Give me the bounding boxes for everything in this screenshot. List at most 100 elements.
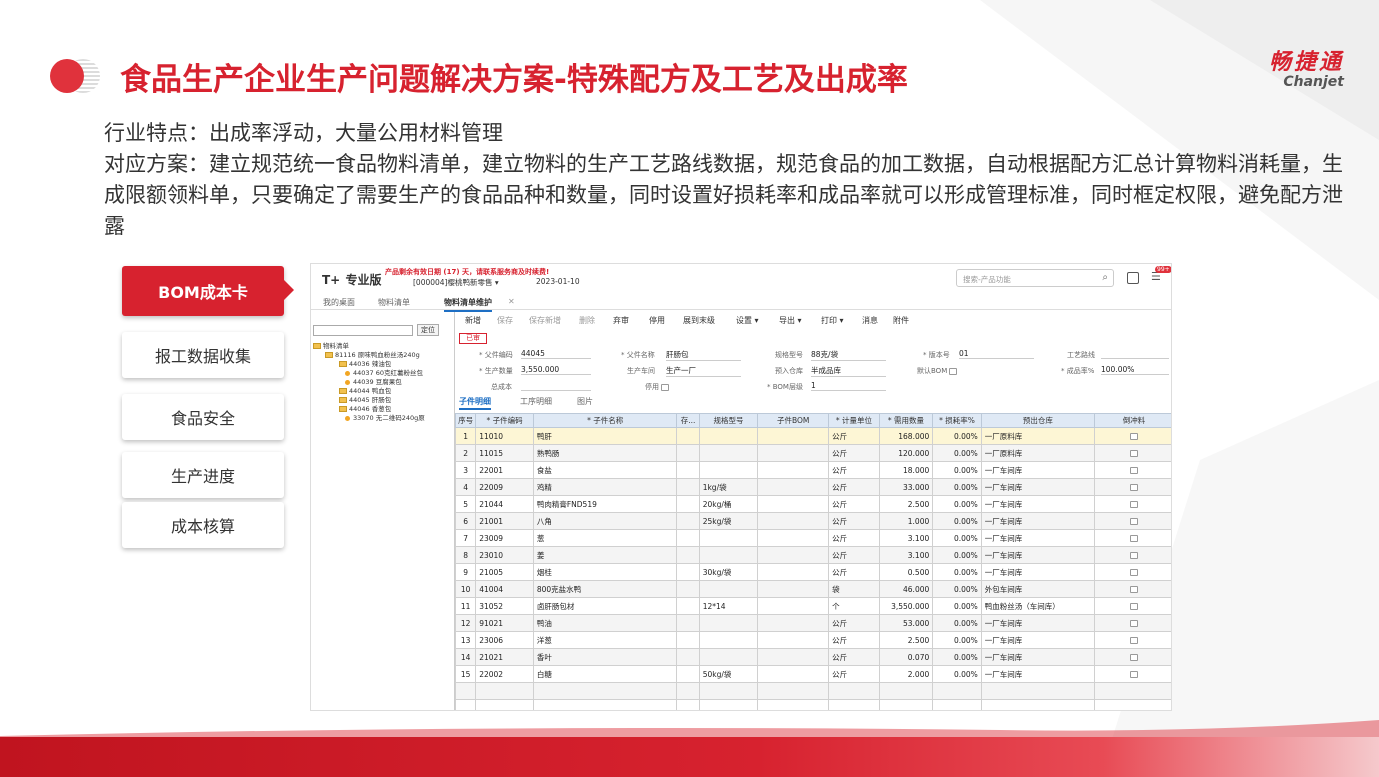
row-code[interactable]: 21005 xyxy=(475,563,534,581)
empty-cell[interactable] xyxy=(980,682,1096,700)
warehouse-field[interactable]: 半成品库 xyxy=(811,365,886,377)
row-stock[interactable] xyxy=(676,444,700,462)
col-backflush[interactable]: 倒冲料 xyxy=(1094,413,1171,428)
table-row[interactable]: 1 11010 鸭肝 公斤 168.000 0.00% 一厂原料库 xyxy=(454,427,1171,445)
parent-code-field[interactable]: 44045 xyxy=(521,349,591,359)
unapprove-button[interactable]: 弃审 xyxy=(613,315,629,326)
row-loss[interactable]: 0.00% xyxy=(932,580,982,598)
backflush-checkbox[interactable] xyxy=(1130,654,1139,661)
spec-field[interactable]: 88克/袋 xyxy=(811,349,886,361)
row-stock[interactable] xyxy=(676,563,700,581)
side-item-bom-cost-card[interactable]: BOM成本卡 xyxy=(122,266,294,316)
row-warehouse[interactable]: 外包车间库 xyxy=(980,580,1096,598)
close-tab-icon[interactable]: ✕ xyxy=(508,297,515,306)
row-loss[interactable]: 0.00% xyxy=(932,427,982,445)
empty-cell[interactable] xyxy=(454,682,477,700)
row-spec[interactable] xyxy=(698,529,759,547)
route-field[interactable] xyxy=(1101,349,1169,359)
parent-name-field[interactable]: 肝肠包 xyxy=(666,349,741,361)
row-unit[interactable]: 公斤 xyxy=(828,665,880,683)
empty-cell[interactable] xyxy=(1094,682,1171,700)
search-input[interactable]: 搜索-产品功能 ⌕ xyxy=(956,269,1114,287)
row-sub-bom[interactable] xyxy=(757,546,830,564)
attachment-button[interactable]: 附件 xyxy=(893,315,909,326)
row-unit[interactable]: 个 xyxy=(828,597,880,615)
backflush-checkbox[interactable] xyxy=(1130,603,1139,610)
row-name[interactable]: 鸭肝 xyxy=(532,427,678,445)
row-spec[interactable] xyxy=(698,648,759,666)
row-stock[interactable] xyxy=(676,597,700,615)
table-row[interactable]: 4 22009 鸡精 1kg/袋 公斤 33.000 0.00% 一厂车间库 xyxy=(454,478,1171,496)
row-unit[interactable]: 公斤 xyxy=(828,529,880,547)
row-sub-bom[interactable] xyxy=(757,648,830,666)
save-and-add-button[interactable]: 保存新增 xyxy=(529,315,561,326)
disable-checkbox[interactable] xyxy=(661,383,670,391)
row-loss[interactable]: 0.00% xyxy=(932,665,982,683)
row-warehouse[interactable]: 鸭血粉丝汤（车间库） xyxy=(980,597,1096,615)
row-sub-bom[interactable] xyxy=(757,563,830,581)
table-row[interactable]: 6 21001 八角 25kg/袋 公斤 1.000 0.00% 一厂车间库 xyxy=(454,512,1171,530)
tab-bom-maintenance[interactable]: 物料清单维护 xyxy=(444,297,492,312)
empty-cell[interactable] xyxy=(878,682,934,700)
row-name[interactable]: 鸡精 xyxy=(532,478,678,496)
tab-component-detail[interactable]: 子件明细 xyxy=(459,396,491,410)
row-spec[interactable]: 12*14 xyxy=(698,597,759,615)
empty-cell[interactable] xyxy=(676,699,700,710)
row-stock[interactable] xyxy=(676,580,700,598)
tab-process-detail[interactable]: 工序明细 xyxy=(520,396,552,407)
row-loss[interactable]: 0.00% xyxy=(932,478,982,496)
row-sub-bom[interactable] xyxy=(757,529,830,547)
message-button[interactable]: 消息 xyxy=(862,315,878,326)
backflush-checkbox[interactable] xyxy=(1130,501,1139,508)
row-name[interactable]: 800克盐水鸭 xyxy=(532,580,678,598)
row-spec[interactable] xyxy=(698,427,759,445)
empty-cell[interactable] xyxy=(676,682,700,700)
side-item-cost-accounting[interactable]: 成本核算 xyxy=(122,502,284,548)
workshop-field[interactable]: 生产一厂 xyxy=(666,365,741,377)
row-qty[interactable]: 18.000 xyxy=(878,461,934,479)
row-qty[interactable]: 3,550.000 xyxy=(878,597,934,615)
empty-cell[interactable] xyxy=(475,682,534,700)
table-row[interactable]: 13 23006 洋葱 公斤 2.500 0.00% 一厂车间库 xyxy=(454,631,1171,649)
row-code[interactable]: 22001 xyxy=(475,461,534,479)
row-sub-bom[interactable] xyxy=(757,427,830,445)
row-qty[interactable]: 3.100 xyxy=(878,529,934,547)
table-row[interactable]: 14 21021 香叶 公斤 0.070 0.00% 一厂车间库 xyxy=(454,648,1171,666)
row-warehouse[interactable]: 一厂车间库 xyxy=(980,529,1096,547)
row-code[interactable]: 31052 xyxy=(475,597,534,615)
row-spec[interactable] xyxy=(698,461,759,479)
row-unit[interactable]: 公斤 xyxy=(828,461,880,479)
row-name[interactable]: 食盐 xyxy=(532,461,678,479)
backflush-checkbox[interactable] xyxy=(1130,671,1139,678)
empty-cell[interactable] xyxy=(475,699,534,710)
side-item-report-data[interactable]: 报工数据收集 xyxy=(122,332,284,378)
backflush-checkbox[interactable] xyxy=(1130,518,1139,525)
row-loss[interactable]: 0.00% xyxy=(932,495,982,513)
row-loss[interactable]: 0.00% xyxy=(932,563,982,581)
row-code[interactable]: 22009 xyxy=(475,478,534,496)
settings-dropdown[interactable]: 设置 ▾ xyxy=(736,315,759,326)
backflush-checkbox[interactable] xyxy=(1130,637,1139,644)
row-qty[interactable]: 2.500 xyxy=(878,495,934,513)
row-code[interactable]: 41004 xyxy=(475,580,534,598)
locate-button[interactable]: 定位 xyxy=(417,324,439,336)
col-stock[interactable]: 存... xyxy=(676,413,700,428)
row-sub-bom[interactable] xyxy=(757,478,830,496)
bom-level-field[interactable]: 1 xyxy=(811,381,886,391)
row-unit[interactable]: 公斤 xyxy=(828,563,880,581)
row-stock[interactable] xyxy=(676,478,700,496)
table-row[interactable]: 5 21044 鸭肉精膏FND519 20kg/桶 公斤 2.500 0.00% 一厂车间库 xyxy=(454,495,1171,513)
row-unit[interactable]: 公斤 xyxy=(828,478,880,496)
row-warehouse[interactable]: 一厂车间库 xyxy=(980,461,1096,479)
col-unit[interactable]: * 计量单位 xyxy=(828,413,880,428)
table-row[interactable]: 7 23009 葱 公斤 3.100 0.00% 一厂车间库 xyxy=(454,529,1171,547)
empty-cell[interactable] xyxy=(532,682,678,700)
backflush-checkbox[interactable] xyxy=(1130,467,1139,474)
row-sub-bom[interactable] xyxy=(757,461,830,479)
row-spec[interactable] xyxy=(698,444,759,462)
print-dropdown[interactable]: 打印 ▾ xyxy=(821,315,844,326)
row-loss[interactable]: 0.00% xyxy=(932,597,982,615)
row-spec[interactable]: 20kg/桶 xyxy=(698,495,759,513)
account-selector[interactable]: [000004]樱桃鸭新零售 ▾ xyxy=(413,277,499,288)
row-code[interactable]: 11015 xyxy=(475,444,534,462)
